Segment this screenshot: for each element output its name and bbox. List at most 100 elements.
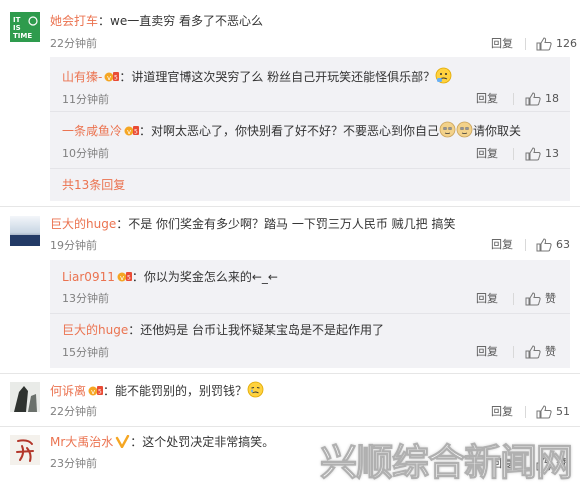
reply-text-line: Liar0911 v 5 ：你以为奖金怎么来的←_← xyxy=(62,269,278,285)
reply-time: 15分钟前 xyxy=(62,346,109,359)
like-icon[interactable] xyxy=(525,147,541,161)
reply-button[interactable]: 回复 xyxy=(491,405,513,419)
reply-time: 10分钟前 xyxy=(62,147,109,160)
doge-emoji-icon xyxy=(456,121,473,138)
like-count: 126 xyxy=(556,37,577,50)
crying-emoji-icon xyxy=(247,381,264,398)
reply-text: 请你取关 xyxy=(473,124,522,138)
comment-username[interactable]: Mr大禹治水 xyxy=(50,435,113,449)
avatar[interactable] xyxy=(10,435,40,465)
reply-box: 山有獉-v 5 ：讲道理官博这次哭穷了么 粉丝自己开玩笑还能怪俱乐部？ 11分钟前 … xyxy=(50,57,570,201)
like-count: 63 xyxy=(556,238,570,251)
comment-text: ：不是 你们奖金有多少啊？踏马 一下罚三万人民币 贼几把 搞笑 xyxy=(116,217,456,231)
reply-time: 13分钟前 xyxy=(62,292,109,305)
comment-username[interactable]: 何诉离 xyxy=(50,384,86,398)
avatar[interactable] xyxy=(10,382,40,412)
reply-button[interactable]: 回复 xyxy=(476,292,498,306)
reply-button[interactable]: 回复 xyxy=(491,238,513,252)
reply-time: 11分钟前 xyxy=(62,93,109,106)
avatar-image xyxy=(10,382,40,412)
like-label[interactable]: 赞 xyxy=(545,292,556,306)
comment-username[interactable]: 她会打车 xyxy=(50,14,98,28)
reply-button[interactable]: 回复 xyxy=(476,147,498,161)
svg-text:IS: IS xyxy=(13,24,21,32)
comment-time: 22分钟前 xyxy=(50,37,97,50)
reply-username[interactable]: 一条咸鱼冷 xyxy=(62,124,122,138)
svg-text:v: v xyxy=(127,128,131,136)
like-icon[interactable] xyxy=(536,37,552,51)
reply-text: ：还他妈是 台币让我怀疑某宝岛是不是起作用了 xyxy=(128,323,385,337)
member-badge-icon: v5 xyxy=(124,126,140,136)
watermark: 兴顺综合新闻网 xyxy=(320,441,574,483)
reply-text-line: 山有獉-v 5 ：讲道理官博这次哭穷了么 粉丝自己开玩笑还能怪俱乐部？ xyxy=(62,67,452,85)
comment-text-line: Mr大禹治水 ：这个处罚决定非常搞笑。 xyxy=(50,434,274,450)
svg-text:v: v xyxy=(120,274,124,282)
reply-item: 一条咸鱼冷 v 5 ：对啊太恶心了，你快别看了好不好？不要恶心到你自己 请你取关 10分… xyxy=(50,112,570,167)
reply-box: Liar0911 v 5 ：你以为奖金怎么来的←_← 13分钟前 回复 赞 巨大的hu… xyxy=(50,260,570,368)
comment-text-line: 她会打车：we一直卖穷 看多了不恶心么 xyxy=(50,13,263,29)
member-badge-icon: v5 xyxy=(88,386,104,396)
avatar[interactable] xyxy=(10,216,40,246)
svg-text:5: 5 xyxy=(134,129,138,136)
comment-time: 19分钟前 xyxy=(50,239,97,252)
reply-username[interactable]: Liar0911 xyxy=(62,270,115,284)
svg-text:5: 5 xyxy=(127,275,131,282)
reply-text: ：你以为奖金怎么来的←_← xyxy=(131,270,278,284)
reply-username[interactable]: 巨大的huge xyxy=(62,323,128,337)
like-icon[interactable] xyxy=(536,238,552,252)
svg-text:v: v xyxy=(91,388,95,396)
reply-item: 山有獉-v 5 ：讲道理官博这次哭穷了么 粉丝自己开玩笑还能怪俱乐部？ 11分钟前 … xyxy=(50,57,570,111)
more-replies-link[interactable]: 共13条回复 xyxy=(62,177,125,193)
comment-text-line: 何诉离 v 5 ：能不能罚别的，别罚钱？ xyxy=(50,381,264,399)
svg-text:v: v xyxy=(107,74,111,82)
reply-button[interactable]: 回复 xyxy=(476,92,498,106)
divider xyxy=(0,373,580,374)
comment-text: ：能不能罚别的，别罚钱？ xyxy=(103,384,248,398)
divider xyxy=(513,293,514,305)
reply-button[interactable]: 回复 xyxy=(491,37,513,51)
member-badge-icon: v5 xyxy=(104,72,120,82)
comment-text: ：we一直卖穷 看多了不恶心么 xyxy=(98,14,264,28)
svg-text:TIME: TIME xyxy=(13,32,32,40)
svg-text:IT: IT xyxy=(13,16,21,24)
like-icon[interactable] xyxy=(525,345,541,359)
divider xyxy=(525,239,526,251)
divider xyxy=(50,168,570,169)
reply-text: ：讲道理官博这次哭穷了么 粉丝自己开玩笑还能怪俱乐部？ xyxy=(119,70,436,84)
svg-text:5: 5 xyxy=(98,389,102,396)
reply-item: 巨大的huge：还他妈是 台币让我怀疑某宝岛是不是起作用了 15分钟前 回复 赞 xyxy=(50,314,570,368)
divider xyxy=(0,206,580,207)
member-badge-icon: v5 xyxy=(117,272,132,282)
reply-button[interactable]: 回复 xyxy=(476,345,498,359)
like-icon[interactable] xyxy=(536,405,552,419)
reply-text-line: 一条咸鱼冷 v 5 ：对啊太恶心了，你快别看了好不好？不要恶心到你自己 请你取关 xyxy=(62,121,521,139)
like-icon[interactable] xyxy=(525,292,541,306)
avatar[interactable]: IT IS TIME xyxy=(10,12,40,42)
doge-emoji-icon xyxy=(439,121,456,138)
comment-time: 23分钟前 xyxy=(50,457,97,470)
comment-username[interactable]: 巨大的huge xyxy=(50,217,116,231)
reply-text: ：对啊太恶心了，你快别看了好不好？不要恶心到你自己 xyxy=(139,124,440,138)
like-count: 18 xyxy=(545,92,559,105)
like-label[interactable]: 赞 xyxy=(545,345,556,359)
verified-v-icon xyxy=(116,435,130,448)
like-count: 13 xyxy=(545,147,559,160)
comment-text: ：这个处罚决定非常搞笑。 xyxy=(130,435,275,449)
divider xyxy=(513,93,514,105)
reply-item: Liar0911 v 5 ：你以为奖金怎么来的←_← 13分钟前 回复 赞 xyxy=(50,260,570,314)
like-icon[interactable] xyxy=(525,92,541,106)
divider xyxy=(513,346,514,358)
svg-text:5: 5 xyxy=(114,75,118,82)
divider xyxy=(0,426,580,427)
divider xyxy=(525,406,526,418)
divider xyxy=(513,148,514,160)
avatar-image xyxy=(10,216,40,246)
like-count: 51 xyxy=(556,405,570,418)
reply-text-line: 巨大的huge：还他妈是 台币让我怀疑某宝岛是不是起作用了 xyxy=(62,322,384,338)
it-is-time-logo-icon: IT IS TIME xyxy=(10,12,40,42)
calligraphy-avatar-image xyxy=(10,435,40,465)
thinking-emoji-icon xyxy=(435,67,452,84)
comment-text-line: 巨大的huge：不是 你们奖金有多少啊？踏马 一下罚三万人民币 贼几把 搞笑 xyxy=(50,216,455,232)
reply-username[interactable]: 山有獉- xyxy=(62,70,102,84)
divider xyxy=(525,38,526,50)
